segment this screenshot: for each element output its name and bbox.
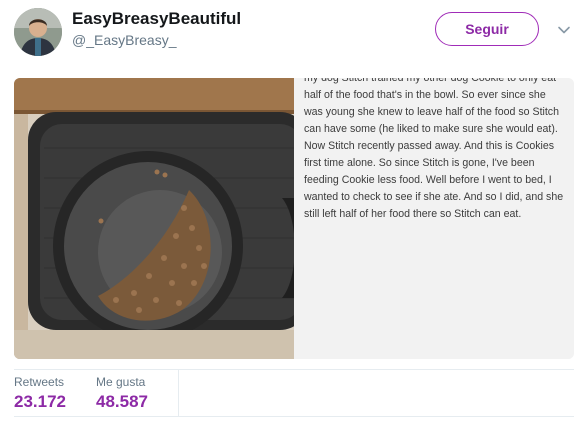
follow-button[interactable]: Seguir — [435, 12, 539, 46]
chevron-down-icon[interactable] — [556, 22, 572, 38]
stats-divider-bottom — [14, 416, 574, 417]
tweet-media[interactable]: my dog Stitch trained my other dog Cooki… — [14, 78, 574, 359]
dog-bowl-photo — [14, 78, 294, 359]
likes-label: Me gusta — [96, 375, 146, 389]
stats-separator — [178, 370, 179, 416]
note-text: my dog Stitch trained my other dog Cooki… — [304, 78, 564, 220]
retweets-count: 23.172 — [14, 392, 66, 411]
avatar[interactable] — [14, 8, 62, 56]
likes-stat[interactable]: Me gusta 48.587 — [96, 375, 148, 412]
user-handle[interactable]: @_EasyBreasy_ — [72, 32, 176, 48]
display-name[interactable]: EasyBreasyBeautiful — [72, 9, 241, 29]
avatar-photo — [14, 8, 62, 56]
likes-count: 48.587 — [96, 392, 148, 411]
retweets-label: Retweets — [14, 375, 65, 389]
retweets-stat[interactable]: Retweets 23.172 — [14, 375, 66, 412]
note-screenshot: my dog Stitch trained my other dog Cooki… — [294, 78, 574, 359]
stats-divider-top — [14, 369, 574, 370]
